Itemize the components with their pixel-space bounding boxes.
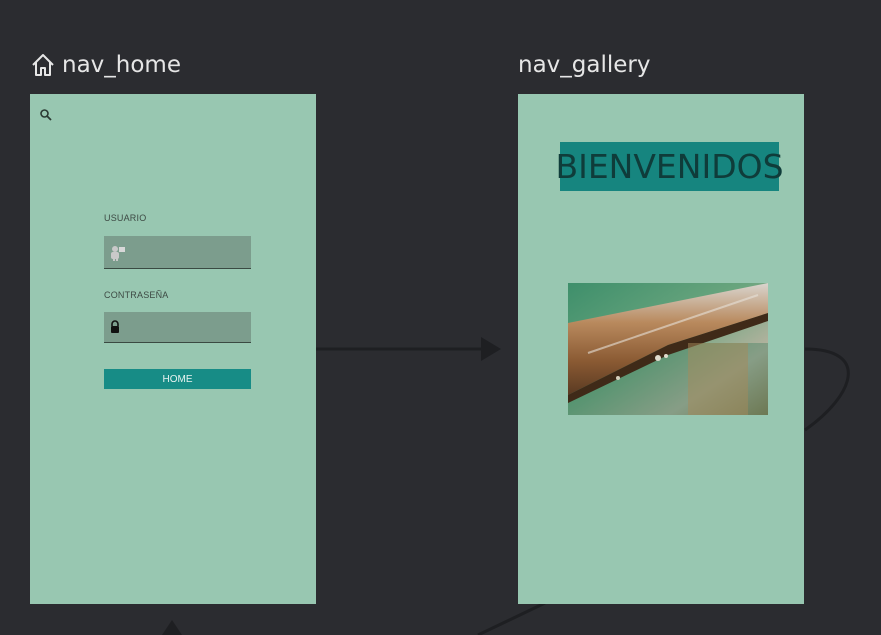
- destination-label: nav_gallery: [518, 52, 651, 78]
- person-icon: [109, 245, 127, 266]
- username-field[interactable]: [104, 236, 251, 269]
- password-label: CONTRASEÑA: [104, 290, 169, 300]
- welcome-text: BIENVENIDOS: [555, 142, 784, 191]
- destination-label: nav_home: [62, 52, 181, 78]
- wet-wood-plank-photo: [568, 283, 768, 415]
- screen-preview-gallery[interactable]: BIENVENIDOS: [518, 94, 804, 604]
- destination-title-home[interactable]: nav_home: [30, 50, 181, 80]
- search-icon[interactable]: [39, 108, 53, 127]
- username-label: USUARIO: [104, 213, 147, 223]
- destination-title-gallery[interactable]: nav_gallery: [518, 50, 650, 80]
- home-button[interactable]: HOME: [104, 369, 251, 389]
- action-arrow-bottom: [477, 601, 546, 635]
- action-arrowhead-bottom: [162, 620, 182, 635]
- home-icon: [30, 52, 56, 78]
- action-arrowhead: [481, 337, 501, 361]
- action-arrow-loop: [804, 347, 850, 432]
- screen-preview-home[interactable]: USUARIO CONTRASEÑA HOME: [30, 94, 316, 604]
- lock-icon: [109, 320, 121, 339]
- password-field[interactable]: [104, 312, 251, 343]
